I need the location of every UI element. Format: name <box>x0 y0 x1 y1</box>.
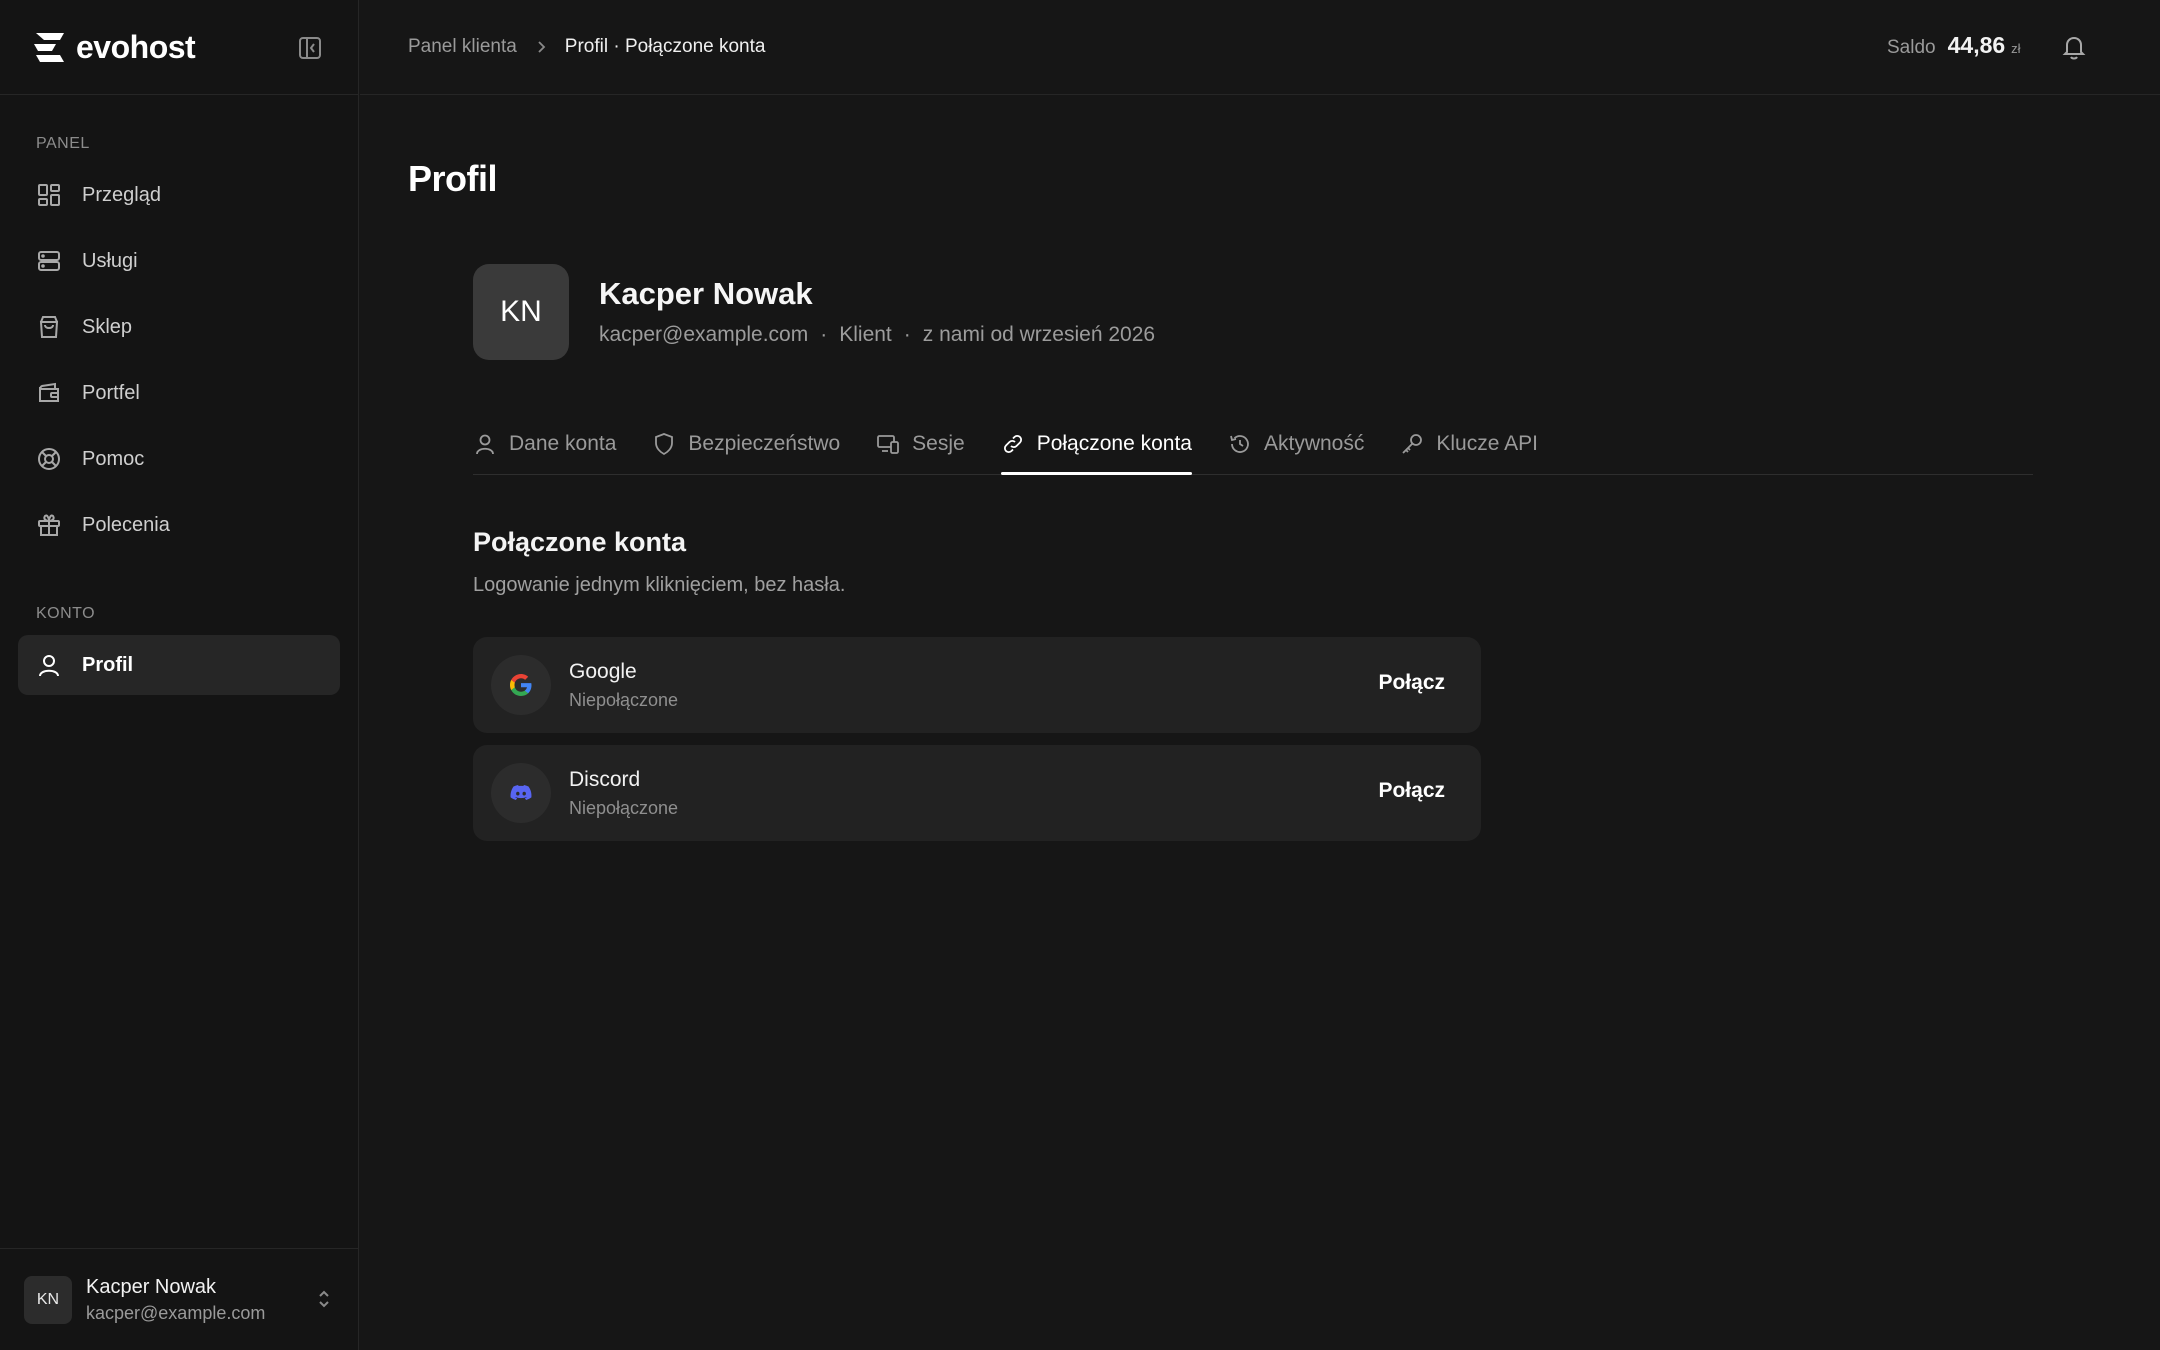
connected-account-google: Google Niepołączone Połącz <box>473 637 1481 733</box>
tab-label: Sesje <box>912 432 965 455</box>
profile-meta: kacper@example.com · Klient · z nami od … <box>599 323 1155 347</box>
account-name: Google <box>569 659 637 683</box>
section-subtitle: Logowanie jednym kliknięciem, bez hasła. <box>473 574 846 596</box>
sidebar-item-przeglad[interactable]: Przegląd <box>18 165 340 225</box>
account-status: Niepołączone <box>569 797 679 818</box>
account-status: Niepołączone <box>569 689 679 710</box>
sidebar-collapse-icon[interactable] <box>296 34 324 62</box>
sidebar-item-label: Portfel <box>82 381 140 404</box>
tab-sesje[interactable]: Sesje <box>876 414 965 474</box>
link-icon <box>1003 434 1022 454</box>
devices-icon <box>877 435 900 454</box>
evohost-logo-icon <box>34 33 64 62</box>
tab-klucze-api[interactable]: Klucze API <box>1400 414 1538 474</box>
section-title: Połączone konta <box>473 527 687 557</box>
sidebar-item-polecenia[interactable]: Polecenia <box>18 495 340 555</box>
discord-icon <box>510 785 532 800</box>
server-icon <box>38 251 60 271</box>
brand-name: evohost <box>76 28 196 65</box>
profile-name: Kacper Nowak <box>599 276 813 311</box>
tab-dane-konta[interactable]: Dane konta <box>473 414 616 474</box>
profile-avatar: KN <box>473 264 569 360</box>
key-icon <box>1402 434 1423 454</box>
section-label-konto: KONTO <box>36 605 96 622</box>
sidebar-item-label: Sklep <box>82 315 133 338</box>
sidebar-item-label: Polecenia <box>82 513 170 536</box>
google-icon <box>510 674 532 696</box>
user-email: kacper@example.com <box>86 1302 266 1323</box>
breadcrumb-current: Profil · Połączone konta <box>564 36 766 57</box>
tab-label: Bezpieczeństwo <box>688 432 841 455</box>
sidebar-item-profil[interactable]: Profil <box>18 635 340 695</box>
breadcrumb-root[interactable]: Panel klienta <box>408 36 517 58</box>
tab-label: Połączone konta <box>1036 432 1192 455</box>
user-icon <box>39 655 59 677</box>
tab-label: Klucze API <box>1436 432 1538 455</box>
sidebar-item-label: Przegląd <box>82 183 161 206</box>
sidebar-nav-konto: Profil <box>0 635 358 695</box>
balance-value: 44,86 <box>1947 32 2006 58</box>
tab-label: Dane konta <box>509 432 617 455</box>
meta-separator: · <box>820 323 828 346</box>
connected-account-discord: Discord Niepołączone Połącz <box>473 745 1481 841</box>
dashboard-icon <box>38 184 60 206</box>
gift-icon <box>38 514 60 536</box>
profile-since: z nami od wrzesień 2026 <box>922 323 1156 346</box>
sidebar-item-label: Pomoc <box>82 447 145 470</box>
lifebuoy-icon <box>38 448 60 470</box>
balance-unit: zł <box>2011 41 2021 56</box>
chevron-right-icon <box>538 41 546 53</box>
tab-polaczone-konta[interactable]: Połączone konta <box>1000 414 1193 475</box>
shield-icon <box>655 433 674 456</box>
account-icon-wrapper <box>491 655 551 715</box>
sidebar-item-label: Usługi <box>82 249 138 272</box>
sidebar-item-sklep[interactable]: Sklep <box>18 297 340 357</box>
account-name: Discord <box>569 767 641 791</box>
brand: evohost <box>0 0 358 95</box>
bell-icon[interactable] <box>2060 33 2088 61</box>
user-menu[interactable]: KN Kacper Nowak kacper@example.com <box>0 1248 359 1350</box>
balance: Saldo 44,86 zł <box>1887 32 2021 59</box>
user-icon <box>476 434 494 455</box>
sidebar-item-uslugi[interactable]: Usługi <box>18 231 340 291</box>
sidebar-item-portfel[interactable]: Portfel <box>18 363 340 423</box>
page-title: Profil <box>408 158 498 199</box>
profile-role: Klient <box>839 323 892 346</box>
wallet-icon <box>39 382 59 402</box>
connect-google-button[interactable]: Połącz <box>1378 671 1445 695</box>
tab-label: Aktywność <box>1263 432 1365 455</box>
profile-email: kacper@example.com <box>599 323 809 346</box>
sidebar-item-label: Profil <box>82 653 134 676</box>
chevron-up-down-icon <box>319 1290 329 1308</box>
user-name: Kacper Nowak <box>86 1275 217 1298</box>
profile-tabs: Dane konta Bezpieczeństwo Sesje Połączon… <box>473 414 2033 475</box>
sidebar-item-pomoc[interactable]: Pomoc <box>18 429 340 489</box>
account-icon-wrapper <box>491 763 551 823</box>
avatar: KN <box>24 1275 72 1324</box>
section-label-panel: PANEL <box>36 135 90 152</box>
sidebar: evohost PANEL Przegląd Usługi Sklep Port… <box>0 0 359 1350</box>
tab-bezpieczenstwo[interactable]: Bezpieczeństwo <box>652 414 840 474</box>
shopping-bag-icon <box>39 316 59 338</box>
sidebar-nav: Przegląd Usługi Sklep Portfel Pomoc Pole… <box>0 165 358 555</box>
tab-aktywnosc[interactable]: Aktywność <box>1228 414 1364 474</box>
balance-label: Saldo <box>1887 37 1936 58</box>
connect-discord-button[interactable]: Połącz <box>1378 779 1445 803</box>
meta-separator: · <box>903 323 911 346</box>
history-icon <box>1230 435 1249 453</box>
topbar: Panel klienta Profil · Połączone konta S… <box>360 0 2160 95</box>
